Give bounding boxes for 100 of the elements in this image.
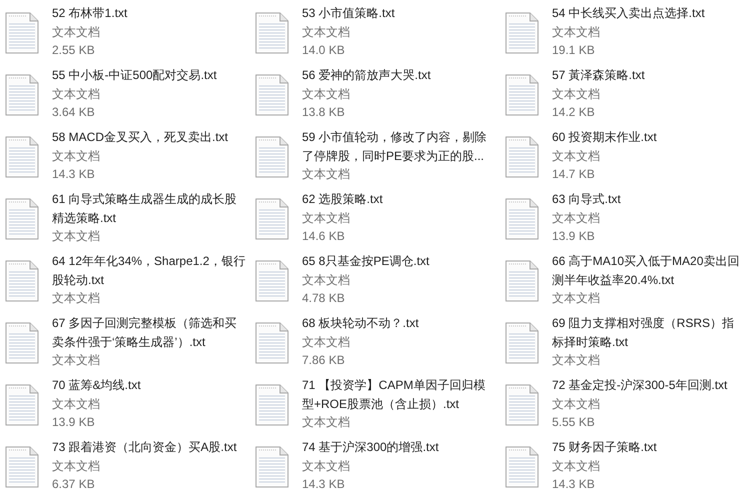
text-document-icon <box>255 322 289 364</box>
file-tile[interactable]: 65 8只基金按PE调仓.txt 文本文档 4.78 KB <box>250 252 500 314</box>
file-tile[interactable]: 70 蓝筹&均线.txt 文本文档 13.9 KB <box>0 376 250 438</box>
file-tile[interactable]: 58 MACD金叉买入，死叉卖出.txt 文本文档 14.3 KB <box>0 128 250 190</box>
file-name: 61 向导式策略生成器生成的成长股精选策略.txt <box>52 191 238 226</box>
file-tile[interactable]: 63 向导式.txt 文本文档 13.9 KB <box>500 190 750 252</box>
file-tile[interactable]: 53 小市值策略.txt 文本文档 14.0 KB <box>250 4 500 66</box>
file-tile[interactable]: 75 财务因子策略.txt 文本文档 14.3 KB <box>500 438 750 491</box>
file-name: 53 小市值策略.txt <box>302 5 395 22</box>
text-document-icon <box>255 198 289 240</box>
file-type: 文本文档 <box>52 148 101 164</box>
file-type: 文本文档 <box>302 334 351 350</box>
file-size: 14.3 KB <box>552 476 596 491</box>
file-name: 60 投资期末作业.txt <box>552 129 657 146</box>
file-tile[interactable]: 66 高于MA10买入低于MA20卖出回测半年收益率20.4%.txt 文本文档 <box>500 252 750 314</box>
file-size: 2.55 KB <box>52 42 96 59</box>
file-size: 14.0 KB <box>302 42 346 59</box>
file-size: 3.64 KB <box>52 104 96 121</box>
file-name: 62 选股策略.txt <box>302 191 383 208</box>
file-name: 54 中长线买入卖出点选择.txt <box>552 5 705 22</box>
file-tile[interactable]: 59 小市值轮动，修改了内容，剔除了停牌股，同时PE要求为正的股... 文本文档 <box>250 128 500 190</box>
file-type: 文本文档 <box>552 290 601 307</box>
file-name: 72 基金定投-沪深300-5年回测.txt <box>552 377 728 394</box>
file-name: 73 跟着港资（北向资金）买A股.txt <box>52 439 237 456</box>
text-document-icon <box>505 198 539 240</box>
text-document-icon <box>505 384 539 426</box>
file-tile[interactable]: 60 投资期末作业.txt 文本文档 14.7 KB <box>500 128 750 190</box>
file-type: 文本文档 <box>302 86 351 102</box>
file-tile[interactable]: 62 选股策略.txt 文本文档 14.6 KB <box>250 190 500 252</box>
file-type: 文本文档 <box>302 166 351 183</box>
file-name: 74 基于沪深300的增强.txt <box>302 439 439 456</box>
file-tile[interactable]: 56 爱神的箭放声大哭.txt 文本文档 13.8 KB <box>250 66 500 128</box>
file-type: 文本文档 <box>52 86 101 102</box>
file-size: 14.3 KB <box>52 166 96 183</box>
file-type: 文本文档 <box>552 458 601 474</box>
text-document-icon <box>505 260 539 302</box>
text-document-icon <box>255 74 289 116</box>
file-type: 文本文档 <box>552 86 601 102</box>
file-type: 文本文档 <box>52 458 101 474</box>
file-type: 文本文档 <box>302 210 351 226</box>
text-document-icon <box>505 74 539 116</box>
file-type: 文本文档 <box>552 352 601 369</box>
file-tile[interactable]: 55 中小板-中证500配对交易.txt 文本文档 3.64 KB <box>0 66 250 128</box>
text-document-icon <box>505 12 539 54</box>
text-document-icon <box>5 12 39 54</box>
text-document-icon <box>255 136 289 178</box>
file-tile[interactable]: 71 【投资学】CAPM单因子回归模型+ROE股票池（含止损）.txt 文本文档 <box>250 376 500 438</box>
file-tile[interactable]: 54 中长线买入卖出点选择.txt 文本文档 19.1 KB <box>500 4 750 66</box>
file-tile[interactable]: 69 阻力支撑相对强度（RSRS）指标择时策略.txt 文本文档 <box>500 314 750 376</box>
file-name: 56 爱神的箭放声大哭.txt <box>302 67 431 84</box>
file-name: 63 向导式.txt <box>552 191 621 208</box>
file-name: 64 12年年化34%，Sharpe1.2，银行股轮动.txt <box>52 253 246 288</box>
text-document-icon <box>505 322 539 364</box>
text-document-icon <box>255 260 289 302</box>
file-type: 文本文档 <box>52 24 101 40</box>
file-size: 14.6 KB <box>302 228 346 245</box>
file-type: 文本文档 <box>302 458 351 474</box>
text-document-icon <box>255 446 289 488</box>
text-document-icon <box>255 12 289 54</box>
text-document-icon <box>505 446 539 488</box>
file-type: 文本文档 <box>52 228 101 245</box>
file-type: 文本文档 <box>52 290 101 307</box>
file-size: 13.9 KB <box>552 228 596 245</box>
file-type: 文本文档 <box>302 414 351 431</box>
file-type: 文本文档 <box>552 24 601 40</box>
text-document-icon <box>505 136 539 178</box>
text-document-icon <box>5 74 39 116</box>
file-tile[interactable]: 52 布林带1.txt 文本文档 2.55 KB <box>0 4 250 66</box>
file-tile[interactable]: 73 跟着港资（北向资金）买A股.txt 文本文档 6.37 KB <box>0 438 250 491</box>
text-document-icon <box>5 260 39 302</box>
file-size: 7.86 KB <box>302 352 346 369</box>
file-tile[interactable]: 68 板块轮动不动？.txt 文本文档 7.86 KB <box>250 314 500 376</box>
file-type: 文本文档 <box>552 396 601 412</box>
file-name: 52 布林带1.txt <box>52 5 128 22</box>
file-type: 文本文档 <box>302 24 351 40</box>
file-size: 19.1 KB <box>552 42 596 59</box>
file-size: 6.37 KB <box>52 476 96 491</box>
file-name: 70 蓝筹&均线.txt <box>52 377 141 394</box>
file-size: 14.7 KB <box>552 166 596 183</box>
text-document-icon <box>5 446 39 488</box>
file-type: 文本文档 <box>52 352 101 369</box>
file-size: 5.55 KB <box>552 414 596 431</box>
file-name: 71 【投资学】CAPM单因子回归模型+ROE股票池（含止损）.txt <box>302 377 486 412</box>
file-tile[interactable]: 74 基于沪深300的增强.txt 文本文档 14.3 KB <box>250 438 500 491</box>
file-tile[interactable]: 61 向导式策略生成器生成的成长股精选策略.txt 文本文档 <box>0 190 250 252</box>
file-tile[interactable]: 64 12年年化34%，Sharpe1.2，银行股轮动.txt 文本文档 <box>0 252 250 314</box>
text-document-icon <box>5 136 39 178</box>
file-tile[interactable]: 72 基金定投-沪深300-5年回测.txt 文本文档 5.55 KB <box>500 376 750 438</box>
file-tile[interactable]: 57 黃泽森策略.txt 文本文档 14.2 KB <box>500 66 750 128</box>
text-document-icon <box>5 384 39 426</box>
text-document-icon <box>5 198 39 240</box>
file-name: 58 MACD金叉买入，死叉卖出.txt <box>52 129 228 146</box>
file-size: 14.3 KB <box>302 476 346 491</box>
file-name: 68 板块轮动不动？.txt <box>302 315 419 332</box>
file-type: 文本文档 <box>302 272 351 288</box>
file-name: 69 阻力支撑相对强度（RSRS）指标择时策略.txt <box>552 315 736 350</box>
file-name: 59 小市值轮动，修改了内容，剔除了停牌股，同时PE要求为正的股... <box>302 129 488 164</box>
file-name: 66 高于MA10买入低于MA20卖出回测半年收益率20.4%.txt <box>552 253 740 288</box>
text-document-icon <box>255 384 289 426</box>
file-tile[interactable]: 67 多因子回测完整模板（筛选和买卖条件强于‘策略生成器’）.txt 文本文档 <box>0 314 250 376</box>
